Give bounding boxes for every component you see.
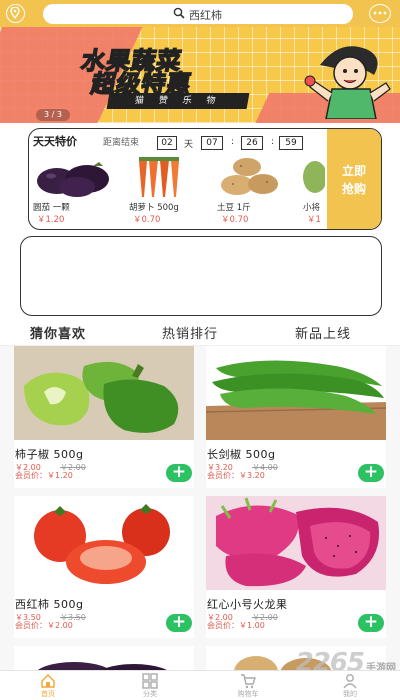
- user-icon: [343, 674, 357, 689]
- product-card[interactable]: 红心小号火龙果 ￥2.00 ￥2.00 会员价：￥1.00 +: [206, 496, 386, 638]
- deal-item[interactable]: 胡萝卜 500g ￥0.70: [129, 157, 211, 227]
- nav-cart[interactable]: 购物车: [218, 673, 278, 699]
- banner-pager: 3 / 3: [36, 109, 70, 121]
- location-icon[interactable]: [6, 4, 25, 23]
- deal-item-price: ￥0.70: [221, 215, 249, 225]
- product-image: [206, 496, 386, 590]
- deal-item[interactable]: 圆茄 一颗 ￥1.20: [33, 157, 115, 227]
- product-card[interactable]: 西红柿 500g ￥3.50 ￥3.50 会员价：￥2.00 +: [14, 496, 194, 638]
- product-name: 红心小号火龙果: [207, 598, 288, 611]
- tab-new-arrivals[interactable]: 新品上线: [295, 323, 351, 342]
- nav-profile-label: 我的: [343, 690, 357, 698]
- product-card[interactable]: 柿子椒 500g ￥2.00 ￥2.00 会员价：￥1.20 +: [14, 346, 194, 488]
- potato-image: [221, 158, 278, 195]
- countdown-separator: :: [271, 137, 275, 147]
- product-name: 长剑椒 500g: [207, 448, 276, 461]
- product-name: 西红柿 500g: [15, 598, 84, 611]
- product-grid: 柿子椒 500g ￥2.00 ￥2.00 会员价：￥1.20 + 长剑椒 500…: [0, 346, 400, 670]
- empty-promo-card: [20, 236, 382, 316]
- nav-category-label: 分类: [143, 690, 157, 698]
- search-input[interactable]: 西红柿: [43, 4, 353, 24]
- search-text: 西红柿: [189, 9, 222, 22]
- eggplant-image: [37, 162, 109, 197]
- countdown-separator: :: [231, 137, 235, 147]
- message-icon[interactable]: [369, 4, 391, 23]
- deal-item-price: ￥1.20: [37, 215, 65, 225]
- product-member-price: 会员价：￥2.00: [15, 621, 73, 630]
- deal-item-name: 土豆 1斤: [217, 203, 251, 213]
- nav-profile[interactable]: 我的: [320, 673, 380, 699]
- product-image: [206, 346, 386, 440]
- deal-item-name: 圆茄 一颗: [33, 203, 70, 213]
- product-card[interactable]: 长剑椒 500g ￥3.20 ￥4.00 会员价：￥3.20 +: [206, 346, 386, 488]
- daily-deals-card: 天天特价 距离结束 02 天 07 : 26 : 59 圆茄 一颗 ￥1.20 …: [28, 128, 382, 230]
- deal-item-name: 小将: [303, 203, 321, 213]
- deals-title: 天天特价: [33, 135, 77, 148]
- nav-cart-label: 购物车: [237, 690, 259, 698]
- home-icon: [41, 673, 55, 688]
- deal-item-price: ￥0.70: [133, 215, 161, 225]
- product-image: [14, 346, 194, 440]
- nav-home[interactable]: 首页: [18, 673, 78, 699]
- add-to-cart-button[interactable]: +: [166, 464, 192, 482]
- countdown-label: 距离结束: [103, 138, 140, 148]
- cartoon-character-illustration: [304, 46, 391, 119]
- buy-now-label-line2: 抢购: [341, 182, 366, 196]
- top-bar: 西红柿: [0, 0, 400, 27]
- product-image: [14, 496, 194, 590]
- nav-home-label: 首页: [41, 690, 55, 698]
- cart-icon: [241, 674, 256, 689]
- product-name: 柿子椒 500g: [15, 448, 84, 461]
- deal-item-price: ￥1: [307, 215, 321, 225]
- tab-guess-you-like[interactable]: 猜你喜欢: [30, 323, 86, 342]
- countdown-minutes: 26: [241, 136, 263, 150]
- deal-item[interactable]: 土豆 1斤 ￥0.70: [217, 157, 299, 227]
- deal-item-name: 胡萝卜 500g: [129, 203, 179, 213]
- vegetable-image: [303, 161, 325, 193]
- buy-now-label-line1: 立即: [341, 164, 366, 178]
- add-to-cart-button[interactable]: +: [166, 614, 192, 632]
- nav-category[interactable]: 分类: [120, 673, 180, 699]
- promo-banner[interactable]: 水果蔬菜 超级特惠 猫 赞 乐 物 3 / 3: [0, 27, 400, 123]
- product-member-price: 会员价：￥1.00: [207, 621, 265, 630]
- grid-icon: [142, 673, 158, 689]
- product-member-price: 会员价：￥3.20: [207, 471, 265, 480]
- product-card[interactable]: [14, 646, 194, 670]
- search-icon: [173, 7, 185, 19]
- countdown-seconds: 59: [279, 136, 303, 150]
- product-tabs: 猜你喜欢 热销排行 新品上线: [0, 320, 400, 346]
- add-to-cart-button[interactable]: +: [358, 614, 384, 632]
- product-member-price: 会员价：￥1.20: [15, 471, 73, 480]
- add-to-cart-button[interactable]: +: [358, 464, 384, 482]
- countdown-hours: 07: [201, 136, 223, 150]
- bottom-navigation: 首页 分类 购物车 我的: [0, 670, 400, 700]
- product-image: [14, 646, 194, 670]
- tab-best-sellers[interactable]: 热销排行: [162, 323, 218, 342]
- countdown-day-unit: 天: [184, 140, 194, 150]
- carrot-image: [139, 157, 179, 197]
- banner-subtitle: 猫 赞 乐 物: [106, 93, 250, 109]
- deal-item[interactable]: 小将 ￥1: [303, 157, 325, 227]
- countdown-days: 02: [157, 136, 177, 150]
- buy-now-button[interactable]: 立即 抢购: [327, 129, 381, 229]
